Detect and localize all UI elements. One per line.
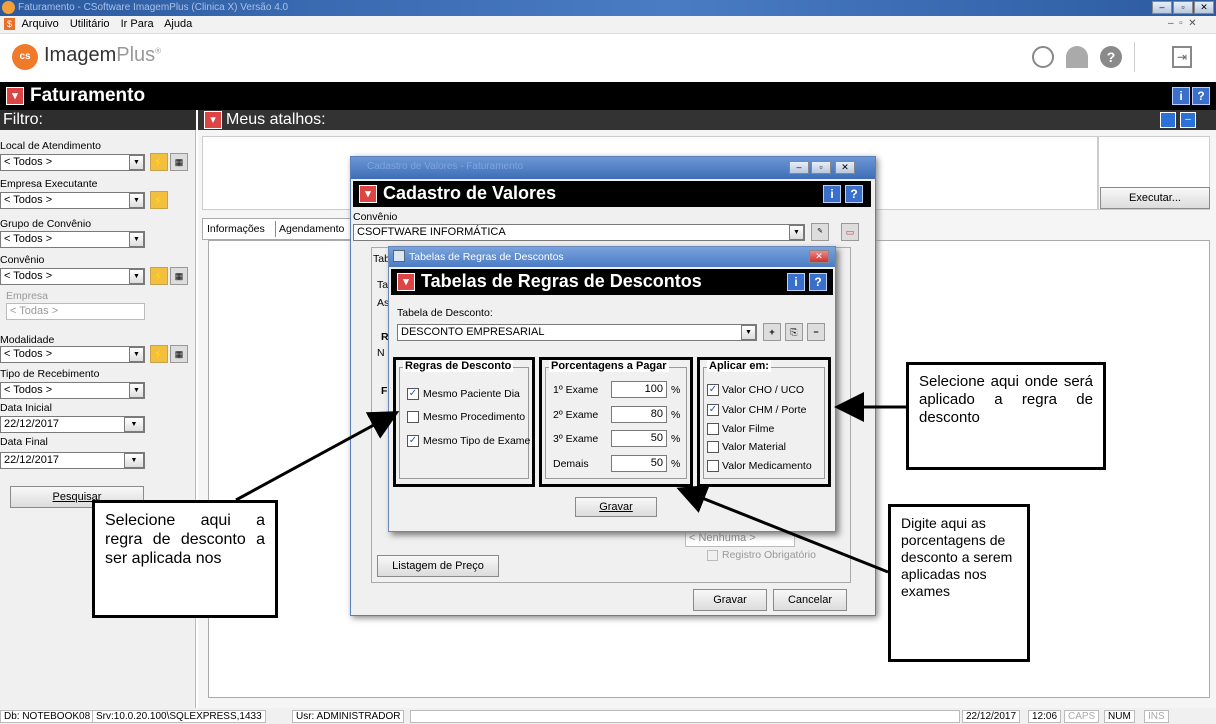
arrow-porcentagens <box>676 484 889 574</box>
status-time: 12:06 <box>1028 710 1062 723</box>
status-bar: Db: NOTEBOOK08 Srv:10.0.20.100\SQLEXPRES… <box>0 708 1216 724</box>
status-usr: Usr: ADMINISTRADOR <box>292 710 405 723</box>
annotation-arrows <box>235 392 906 574</box>
status-srv: Srv:10.0.20.100\SQLEXPRESS,1433 <box>92 710 266 723</box>
arrow-regra <box>235 411 400 502</box>
status-date: 22/12/2017 <box>962 710 1021 723</box>
status-db: Db: NOTEBOOK08 <box>0 710 95 723</box>
status-ins: INS <box>1144 710 1169 723</box>
status-spacer <box>410 710 960 723</box>
status-num: NUM <box>1104 710 1135 723</box>
status-caps: CAPS <box>1064 710 1100 723</box>
